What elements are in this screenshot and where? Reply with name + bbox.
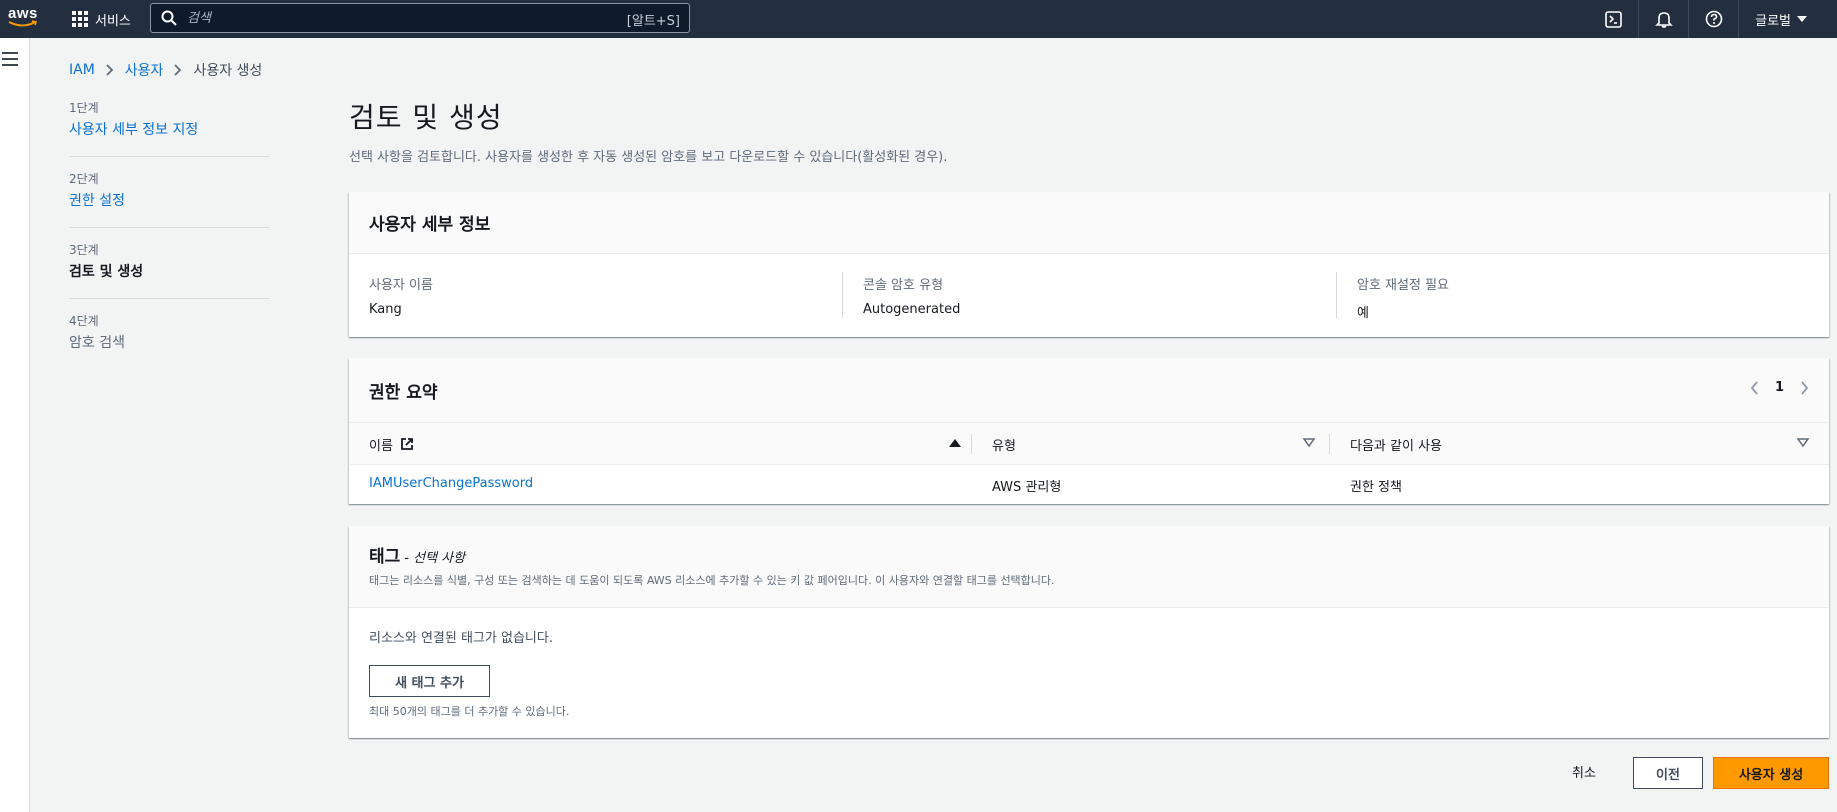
page-title: 검토 및 생성	[349, 101, 503, 134]
nav-right-icons: 글로벌	[1588, 0, 1837, 38]
field-user-name: 사용자 이름 Kang	[369, 274, 433, 317]
help-button[interactable]	[1688, 0, 1738, 38]
step-retrieve-password: 암호 검색	[69, 335, 125, 351]
current-page[interactable]: 1	[1775, 380, 1784, 395]
panel-heading: 권한 요약	[369, 382, 438, 403]
field-value: Kang	[369, 302, 402, 317]
field-label: 사용자 이름	[369, 278, 433, 293]
optional-label: - 선택 사항	[404, 551, 466, 566]
search-shortcut-hint: [알트+S]	[626, 14, 680, 29]
step-number: 2단계	[69, 172, 99, 186]
sort-ascending-icon	[949, 439, 961, 447]
step-number: 4단계	[69, 314, 99, 328]
page-description: 선택 사항을 검토합니다. 사용자를 생성한 후 자동 생성된 암호를 보고 다…	[349, 150, 948, 165]
field-label: 콘솔 암호 유형	[863, 278, 944, 293]
pagination: 1	[1750, 380, 1809, 395]
step-current-review: 검토 및 생성	[69, 264, 144, 280]
notifications-button[interactable]	[1638, 0, 1688, 38]
field-value: Autogenerated	[863, 302, 961, 317]
policy-type: AWS 관리형	[992, 480, 1062, 495]
column-label: 이름	[369, 438, 393, 454]
aws-logo[interactable]: aws	[8, 6, 42, 32]
field-password-reset-required: 암호 재설정 필요 예	[1357, 274, 1449, 321]
policy-name-link[interactable]: IAMUserChangePassword	[369, 476, 533, 491]
search-icon	[161, 10, 177, 26]
create-user-button[interactable]: 사용자 생성	[1713, 757, 1829, 789]
chevron-left-icon[interactable]	[1750, 380, 1759, 395]
breadcrumb-iam[interactable]: IAM	[69, 62, 95, 78]
aws-logo-text: aws	[8, 5, 38, 22]
permissions-summary-panel: 권한 요약 1 이름 유형 다음과 같이 사용 IAMUserChangePas…	[349, 358, 1829, 504]
search-bar[interactable]: [알트+S]	[150, 3, 690, 33]
help-icon	[1705, 10, 1722, 28]
user-details-panel: 사용자 세부 정보 사용자 이름 Kang 콘솔 암호 유형 Autogener…	[349, 192, 1829, 337]
sort-icon	[1303, 438, 1315, 448]
column-label: 다음과 같이 사용	[1350, 438, 1442, 454]
breadcrumb: IAM 사용자 사용자 생성	[69, 60, 262, 80]
previous-button[interactable]: 이전	[1633, 757, 1703, 789]
step-number: 3단계	[69, 243, 99, 257]
chevron-right-icon	[106, 64, 114, 76]
services-label: 서비스	[95, 13, 131, 29]
column-divider	[971, 434, 972, 454]
field-value: 예	[1357, 306, 1369, 321]
region-label: 글로벌	[1755, 13, 1791, 29]
cancel-button[interactable]: 취소	[1572, 762, 1596, 781]
wizard-steps: 1단계 사용자 세부 정보 지정 2단계 권한 설정 3단계 검토 및 생성 4…	[69, 100, 269, 383]
region-selector[interactable]: 글로벌	[1738, 0, 1837, 38]
top-navigation: aws 서비스 [알트+S]	[0, 0, 1837, 38]
grid-icon	[72, 11, 88, 27]
breadcrumb-current: 사용자 생성	[193, 63, 263, 79]
wizard-step-2: 2단계 권한 설정	[69, 171, 269, 228]
side-navigation-rail	[0, 38, 30, 812]
tag-limit-hint: 최대 50개의 태그를 더 추가할 수 있습니다.	[369, 705, 570, 718]
panel-header: 태그 - 선택 사항 태그는 리소스를 식별, 구성 또는 검색하는 데 도움이 …	[349, 526, 1829, 608]
step-number: 1단계	[69, 101, 99, 115]
step-link-user-details[interactable]: 사용자 세부 정보 지정	[69, 119, 269, 141]
panel-heading: 사용자 세부 정보	[369, 215, 491, 235]
caret-down-icon	[1797, 16, 1807, 22]
wizard-step-4: 4단계 암호 검색	[69, 313, 269, 369]
wizard-step-1: 1단계 사용자 세부 정보 지정	[69, 100, 269, 157]
policy-used-as: 권한 정책	[1350, 480, 1402, 495]
wizard-step-3: 3단계 검토 및 생성	[69, 242, 269, 299]
add-tag-button[interactable]: 새 태그 추가	[369, 665, 490, 697]
chevron-right-icon[interactable]	[1800, 380, 1809, 395]
chevron-right-icon	[174, 64, 182, 76]
column-divider	[1329, 434, 1330, 454]
field-label: 암호 재설정 필요	[1357, 278, 1449, 293]
search-input[interactable]	[187, 10, 607, 26]
services-menu-button[interactable]: 서비스	[72, 9, 131, 29]
field-console-password-type: 콘솔 암호 유형 Autogenerated	[863, 274, 960, 317]
menu-icon[interactable]	[2, 52, 18, 66]
external-link-icon	[401, 438, 413, 450]
column-label: 유형	[992, 438, 1016, 454]
panel-heading: 태그	[369, 547, 401, 567]
sort-icon	[1797, 438, 1809, 448]
table-header: 이름 유형 다음과 같이 사용	[349, 423, 1829, 465]
panel-header: 사용자 세부 정보	[349, 192, 1829, 254]
column-divider	[1336, 272, 1337, 318]
column-divider	[842, 272, 843, 318]
panel-description: 태그는 리소스를 식별, 구성 또는 검색하는 데 도움이 되도록 AWS 리소…	[369, 574, 1055, 587]
cloudshell-button[interactable]	[1588, 0, 1638, 38]
panel-header: 권한 요약 1	[349, 358, 1829, 423]
column-header-type[interactable]: 유형	[992, 423, 1315, 465]
no-tags-message: 리소스와 연결된 태그가 없습니다.	[369, 631, 553, 646]
column-header-name[interactable]: 이름	[369, 423, 961, 465]
table-row: IAMUserChangePassword AWS 관리형 권한 정책	[349, 465, 1829, 504]
bell-icon	[1654, 12, 1673, 28]
cloudshell-icon	[1604, 10, 1622, 28]
step-link-permissions[interactable]: 권한 설정	[69, 190, 269, 212]
column-header-used-as[interactable]: 다음과 같이 사용	[1350, 423, 1809, 465]
tags-panel: 태그 - 선택 사항 태그는 리소스를 식별, 구성 또는 검색하는 데 도움이 …	[349, 526, 1829, 738]
breadcrumb-users[interactable]: 사용자	[125, 60, 164, 80]
